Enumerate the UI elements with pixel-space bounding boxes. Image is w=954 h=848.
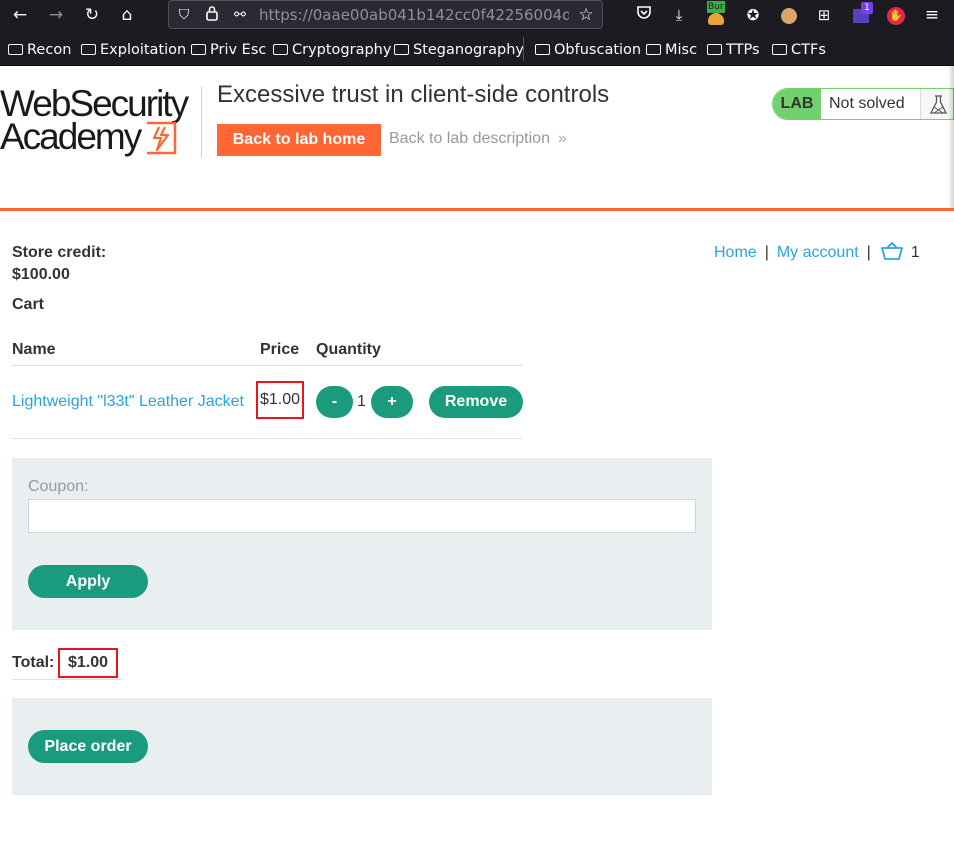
menu-icon[interactable]: ≡ <box>921 4 943 26</box>
nav-separator: | <box>866 244 871 261</box>
table-row-line <box>12 438 523 439</box>
hand-icon: ✋ <box>887 7 905 25</box>
back-arrow-icon[interactable]: ← <box>9 4 31 26</box>
bookmark-separator <box>523 37 524 61</box>
coupon-label: Coupon: <box>28 478 89 495</box>
academy-logo-mark-icon <box>147 121 177 155</box>
header-orange-rule <box>0 208 954 211</box>
top-nav: Home | My account | 1 <box>714 242 920 262</box>
column-header-name: Name <box>12 341 56 358</box>
folder-icon <box>273 44 288 55</box>
lab-status-widget: LAB Not solved <box>772 88 954 120</box>
folder-icon <box>646 44 661 55</box>
remove-item-button[interactable]: Remove <box>429 386 523 418</box>
trash-extension-icon[interactable]: ⊞ <box>813 4 835 26</box>
folder-icon <box>535 44 550 55</box>
url-text[interactable]: https://0aae00ab041b142cc0f42256004d000 <box>259 6 569 24</box>
bookmark-priv-esc[interactable]: Priv Esc <box>191 40 266 60</box>
bookmark-ctfs[interactable]: CTFs <box>772 40 826 60</box>
store-credit-value: $100.00 <box>12 266 70 283</box>
bookmark-cryptography[interactable]: Cryptography <box>273 40 391 60</box>
back-to-lab-description-link[interactable]: Back to lab description» <box>389 130 567 148</box>
folder-icon <box>707 44 722 55</box>
logo-line2: Academy <box>0 116 142 157</box>
notification-badge: 1 <box>861 2 873 14</box>
home-link[interactable]: Home <box>714 244 757 261</box>
store-credit: Store credit: $100.00 <box>12 242 106 286</box>
total-value: $1.00 <box>58 648 118 678</box>
url-bar[interactable]: ⛉ ⚯ https://0aae00ab041b142cc0f42256004d… <box>168 0 603 29</box>
bookmark-exploitation[interactable]: Exploitation <box>81 40 186 60</box>
folder-icon <box>81 44 96 55</box>
home-icon[interactable]: ⌂ <box>116 4 138 26</box>
pocket-icon[interactable] <box>633 4 655 26</box>
folder-icon <box>191 44 206 55</box>
place-order-button[interactable]: Place order <box>28 730 148 763</box>
stop-extension-icon[interactable]: ✋ <box>885 4 907 26</box>
reload-icon[interactable]: ↻ <box>81 4 103 26</box>
bookmark-misc[interactable]: Misc <box>646 40 697 60</box>
cart-count[interactable]: 1 <box>911 244 920 261</box>
browser-toolbar: ← → ↻ ⌂ ⛉ ⚯ https://0aae00ab041b142cc0f4… <box>0 0 954 30</box>
folder-icon <box>394 44 409 55</box>
column-header-quantity: Quantity <box>316 341 381 358</box>
increase-quantity-button[interactable]: + <box>371 386 413 418</box>
decrease-quantity-button[interactable]: - <box>316 386 353 418</box>
lock-icon[interactable] <box>203 5 221 25</box>
cart-item-price: $1.00 <box>256 381 304 419</box>
bookmark-star-icon[interactable]: ☆ <box>575 4 597 26</box>
double-chevron-icon: » <box>557 130 567 147</box>
cart-basket-icon[interactable] <box>880 242 903 260</box>
total-underline <box>12 679 122 680</box>
cart-heading: Cart <box>12 296 45 313</box>
proxy-extension-icon[interactable] <box>778 4 800 26</box>
burp-badge: Bur <box>707 1 725 13</box>
download-icon[interactable]: ⤓ <box>668 4 690 26</box>
cart-item-name-link[interactable]: Lightweight "l33t" Leather Jacket <box>12 393 244 411</box>
forward-arrow-icon[interactable]: → <box>45 4 67 26</box>
face-icon <box>781 8 797 24</box>
column-header-price: Price <box>260 341 300 358</box>
coupon-panel <box>12 458 712 630</box>
header-scroll-shadow <box>948 66 954 211</box>
folder-icon <box>772 44 787 55</box>
coupon-input[interactable] <box>28 499 696 533</box>
bookmark-obfuscation[interactable]: Obfuscation <box>535 40 641 60</box>
nav-separator: | <box>764 244 769 261</box>
lab-title: Excessive trust in client-side controls <box>217 81 610 108</box>
header-divider <box>201 87 202 157</box>
cookie-icon[interactable]: ✪ <box>742 4 764 26</box>
bookmark-steganography[interactable]: Steganography <box>394 40 524 60</box>
lab-badge: LAB <box>773 89 821 119</box>
burp-mascot-icon <box>708 13 724 25</box>
lab-status-text: Not solved <box>829 95 905 112</box>
pocket-icon-svg <box>637 6 651 19</box>
lock-icon-svg <box>206 6 218 21</box>
shield-extension-icon[interactable]: 1 <box>850 2 873 26</box>
bookmark-recon[interactable]: Recon <box>8 40 71 60</box>
table-header-line <box>12 365 523 366</box>
permissions-icon[interactable]: ⚯ <box>231 5 249 25</box>
store-credit-label: Store credit: <box>12 244 107 261</box>
bookmark-ttps[interactable]: TTPs <box>707 40 760 60</box>
burp-extension-icon[interactable]: Bur <box>705 1 727 26</box>
apply-coupon-button[interactable]: Apply <box>28 565 148 598</box>
total-label: Total: <box>12 654 55 671</box>
shield-icon[interactable]: ⛉ <box>175 5 193 25</box>
back-to-lab-home-button[interactable]: Back to lab home <box>217 124 381 156</box>
cart-item-quantity: 1 <box>357 393 366 410</box>
my-account-link[interactable]: My account <box>777 244 859 261</box>
folder-icon <box>8 44 23 55</box>
